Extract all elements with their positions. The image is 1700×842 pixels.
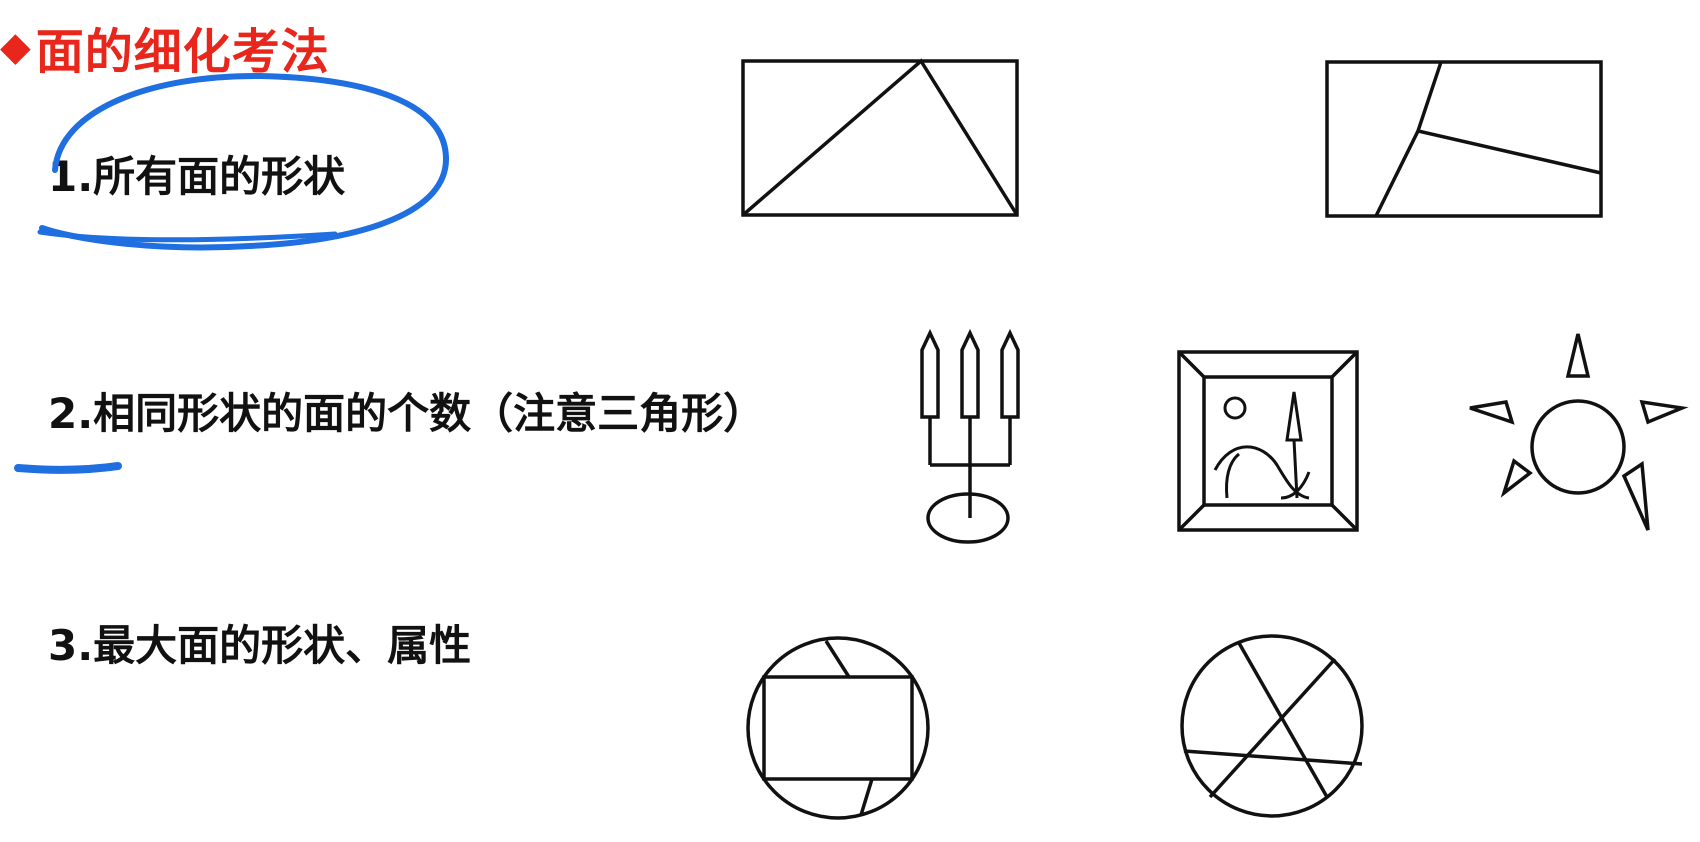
hand-drawn-circle-tail (40, 232, 335, 240)
figure-rectangle-with-triangle (741, 59, 1019, 217)
figure-circle-with-rectangle (745, 635, 931, 821)
figure-framed-picture (1177, 350, 1359, 532)
figure-sun-with-triangles (1466, 330, 1686, 535)
figure-candelabra (908, 330, 1028, 544)
hand-drawn-circle-annotation (42, 76, 446, 247)
hand-drawn-underline (18, 466, 118, 470)
figure-circle-with-crossing-lines (1180, 634, 1365, 819)
figure-rectangle-with-polyline (1325, 60, 1603, 218)
